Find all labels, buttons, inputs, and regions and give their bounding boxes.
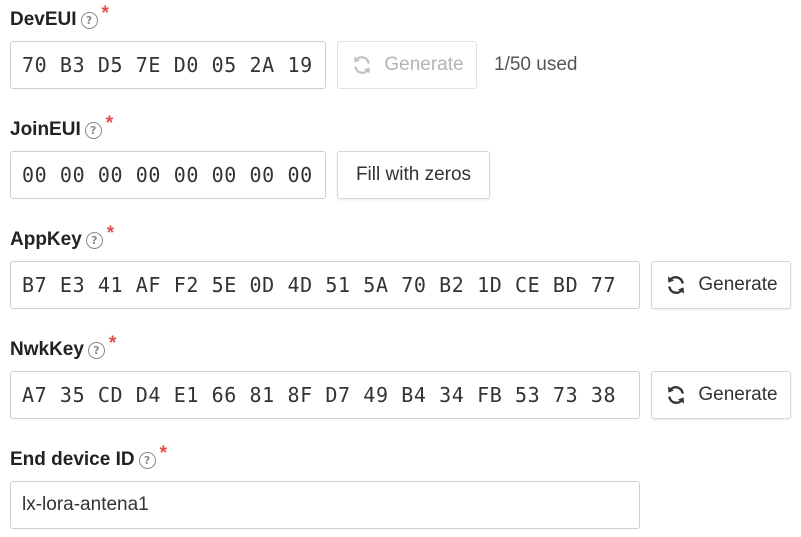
appkey-generate-button[interactable]: Generate xyxy=(651,261,791,309)
help-icon[interactable]: ? xyxy=(85,231,103,249)
deveui-input[interactable]: 70 B3 D5 7E D0 05 2A 19 xyxy=(10,41,326,89)
appkey-input[interactable]: B7 E3 41 AF F2 5E 0D 4D 51 5A 70 B2 1D C… xyxy=(10,261,640,309)
joineui-label-row: JoinEUI ? * xyxy=(10,113,113,142)
device-form: DevEUI ? * 70 B3 D5 7E D0 05 2A 19 Gener… xyxy=(0,0,801,537)
refresh-icon xyxy=(664,383,688,407)
device-id-input[interactable]: lx-lora-antena1 xyxy=(10,481,640,529)
device-id-label-row: End device ID ? * xyxy=(10,443,167,472)
refresh-icon xyxy=(664,273,688,297)
nwkkey-label-row: NwkKey ? * xyxy=(10,333,116,362)
nwkkey-generate-button[interactable]: Generate xyxy=(651,371,791,419)
deveui-generate-label: Generate xyxy=(384,54,464,75)
required-mark: * xyxy=(101,3,109,24)
appkey-label-row: AppKey ? * xyxy=(10,223,114,252)
deveui-label-row: DevEUI ? * xyxy=(10,3,109,32)
nwkkey-input[interactable]: A7 35 CD D4 E1 66 81 8F D7 49 B4 34 FB 5… xyxy=(10,371,640,419)
help-icon[interactable]: ? xyxy=(87,341,105,359)
joineui-input[interactable]: 00 00 00 00 00 00 00 00 xyxy=(10,151,326,199)
refresh-icon xyxy=(350,53,374,77)
deveui-label: DevEUI xyxy=(10,9,77,30)
fill-with-zeros-label: Fill with zeros xyxy=(355,164,472,185)
appkey-generate-label: Generate xyxy=(698,274,778,295)
deveui-usage-text: 1/50 used xyxy=(494,54,578,75)
fill-with-zeros-button[interactable]: Fill with zeros xyxy=(337,151,490,199)
nwkkey-label: NwkKey xyxy=(10,339,84,360)
nwkkey-generate-label: Generate xyxy=(698,384,778,405)
device-id-label: End device ID xyxy=(10,449,135,470)
help-icon[interactable]: ? xyxy=(84,121,102,139)
help-icon[interactable]: ? xyxy=(80,11,98,29)
required-mark: * xyxy=(108,333,117,354)
joineui-label: JoinEUI xyxy=(10,119,81,140)
help-icon[interactable]: ? xyxy=(138,451,156,469)
required-mark: * xyxy=(105,113,114,134)
appkey-label: AppKey xyxy=(10,229,82,250)
required-mark: * xyxy=(159,443,168,464)
deveui-generate-button[interactable]: Generate xyxy=(337,41,477,89)
required-mark: * xyxy=(106,223,115,244)
